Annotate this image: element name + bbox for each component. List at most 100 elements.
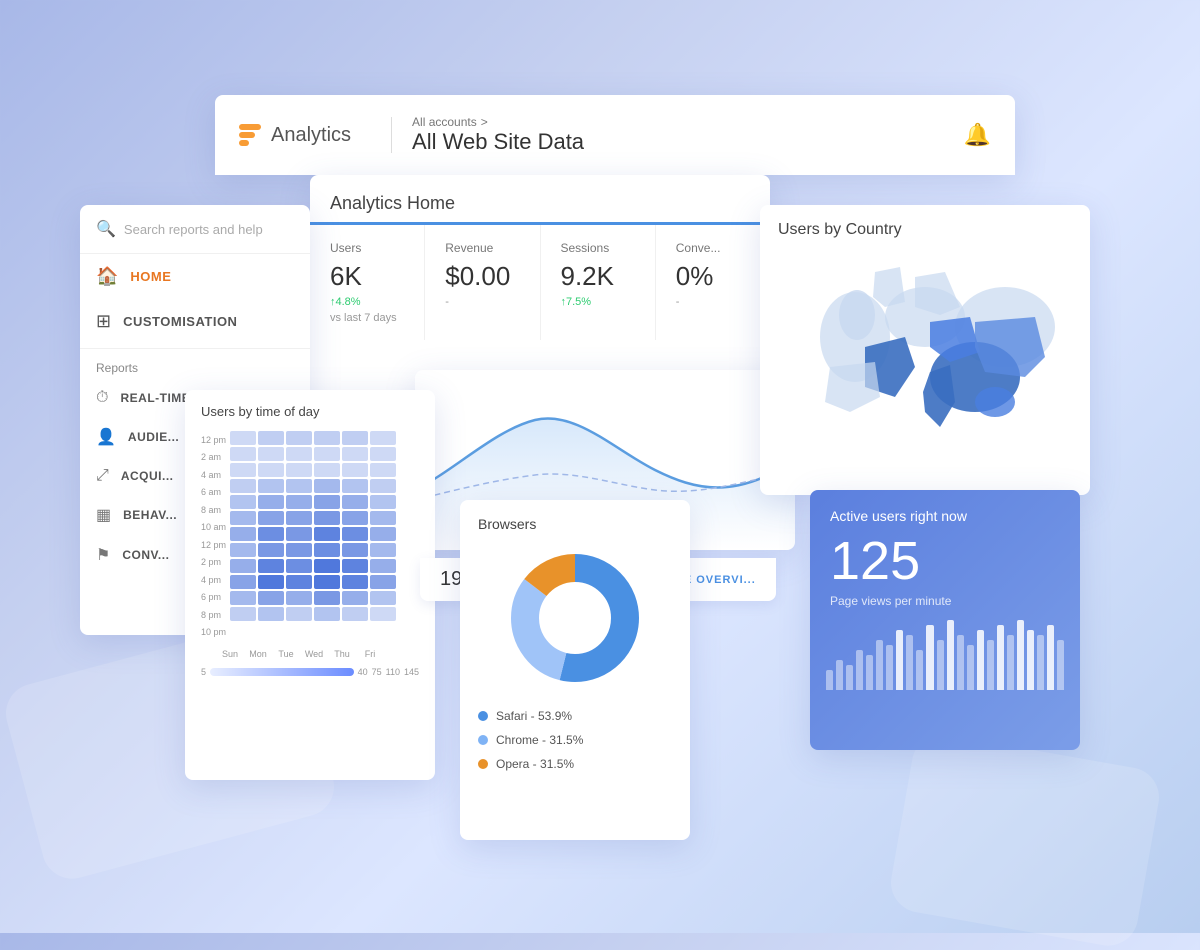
- analytics-title: Analytics: [271, 124, 351, 147]
- heatmap-cell-4-5: [342, 511, 368, 525]
- metric-users-sub: vs last 7 days: [330, 312, 404, 324]
- heatmap-cell-2-7: [286, 543, 312, 557]
- heatmap-cell-5-1: [370, 447, 396, 461]
- heatmap-cell-5-11: [370, 607, 396, 621]
- heatmap-cell-4-10: [342, 591, 368, 605]
- mini-bar-16: [987, 640, 994, 690]
- heatmap-cell-0-7: [230, 543, 256, 557]
- heatmap-cell-1-7: [258, 543, 284, 557]
- heatmap-cell-4-4: [342, 495, 368, 509]
- heatmap-cell-2-6: [286, 527, 312, 541]
- heatmap-cell-2-9: [286, 575, 312, 589]
- metric-sessions-value: 9.2K: [561, 261, 635, 292]
- sidebar-item-customisation[interactable]: ⊞ CUSTOMISATION: [80, 299, 310, 344]
- heatmap-times: 12 pm 2 am 4 am 6 am 8 am 10 am 12 pm 2 …: [201, 431, 230, 641]
- metric-conv-value: 0%: [676, 261, 750, 292]
- conversions-label: CONV...: [122, 548, 169, 562]
- mini-bar-6: [886, 645, 893, 690]
- metric-conv-label: Conve...: [676, 241, 750, 255]
- chrome-dot: [478, 735, 488, 745]
- donut-chart-container: [460, 540, 690, 696]
- heatmap-cell-4-6: [342, 527, 368, 541]
- breadcrumb-parent[interactable]: All accounts >: [412, 115, 584, 129]
- heatmap-cell-4-11: [342, 607, 368, 621]
- sidebar-search[interactable]: 🔍 Search reports and help: [80, 205, 310, 254]
- heatmap-days: Sun Mon Tue Wed Thu Fri: [185, 645, 435, 663]
- heatmap-cell-3-10: [314, 591, 340, 605]
- heatmap-cell-4-0: [342, 431, 368, 445]
- heatmap-cell-0-10: [230, 591, 256, 605]
- heatmap-cell-1-11: [258, 607, 284, 621]
- sidebar-divider: [80, 348, 310, 349]
- mini-bar-12: [947, 620, 954, 690]
- breadcrumb-current: All Web Site Data: [412, 129, 584, 155]
- metric-conversions: Conve... 0% -: [656, 225, 770, 340]
- heatmap-cell-5-3: [370, 479, 396, 493]
- heatmap-cell-2-4: [286, 495, 312, 509]
- heatmap-body: 12 pm 2 am 4 am 6 am 8 am 10 am 12 pm 2 …: [185, 427, 435, 645]
- heatmap-cell-1-9: [258, 575, 284, 589]
- audience-label: AUDIE...: [128, 430, 179, 444]
- heatmap-col-0: [230, 431, 256, 641]
- sidebar-item-home[interactable]: 🏠 HOME: [80, 254, 310, 299]
- search-placeholder: Search reports and help: [124, 222, 263, 237]
- heatmap-cell-5-0: [370, 431, 396, 445]
- metric-users-label: Users: [330, 241, 404, 255]
- heatmap-cell-2-11: [286, 607, 312, 621]
- mini-bar-10: [926, 625, 933, 690]
- heatmap-cell-3-1: [314, 447, 340, 461]
- realtime-label: REAL-TIME: [120, 391, 190, 405]
- active-users-card: Active users right now 125 Page views pe…: [810, 490, 1080, 750]
- heatmap-cell-3-5: [314, 511, 340, 525]
- heatmap-cell-1-8: [258, 559, 284, 573]
- heatmap-cell-3-4: [314, 495, 340, 509]
- heatmap-cell-0-5: [230, 511, 256, 525]
- browser-legend: Safari - 53.9% Chrome - 31.5% Opera - 31…: [460, 696, 690, 784]
- mini-bar-2: [846, 665, 853, 690]
- mini-bar-21: [1037, 635, 1044, 690]
- browser-opera: Opera - 31.5%: [478, 752, 672, 776]
- home-label: HOME: [130, 269, 171, 284]
- mini-bar-1: [836, 660, 843, 690]
- mini-bar-20: [1027, 630, 1034, 690]
- active-users-sub: Page views per minute: [810, 592, 1080, 620]
- metric-revenue-change: -: [445, 296, 519, 308]
- heatmap-cell-2-1: [286, 447, 312, 461]
- heatmap-cell-1-3: [258, 479, 284, 493]
- metric-users-change: ↑4.8%: [330, 296, 404, 308]
- country-title: Users by Country: [760, 205, 1090, 247]
- heatmap-col-2: [286, 431, 312, 641]
- notifications-bell[interactable]: 🔔: [964, 122, 991, 148]
- browser-chrome: Chrome - 31.5%: [478, 728, 672, 752]
- mini-bar-13: [957, 635, 964, 690]
- mini-bar-11: [937, 640, 944, 690]
- opera-label: Opera - 31.5%: [496, 757, 574, 771]
- heatmap-cell-0-0: [230, 431, 256, 445]
- mini-bar-8: [906, 635, 913, 690]
- acquisition-label: ACQUI...: [121, 469, 174, 483]
- metric-conv-change: -: [676, 296, 750, 308]
- heatmap-cell-5-6: [370, 527, 396, 541]
- heatmap-cell-3-2: [314, 463, 340, 477]
- metric-revenue: Revenue $0.00 -: [425, 225, 540, 340]
- chrome-label: Chrome - 31.5%: [496, 733, 583, 747]
- heatmap-cell-1-0: [258, 431, 284, 445]
- mini-bar-5: [876, 640, 883, 690]
- audience-num-1: 19: [440, 568, 462, 591]
- mini-bar-17: [997, 625, 1004, 690]
- heatmap-col-3: [314, 431, 340, 641]
- heatmap-cell-0-8: [230, 559, 256, 573]
- mini-bar-18: [1007, 635, 1014, 690]
- europe-map: [775, 257, 1075, 457]
- heatmap-cell-0-2: [230, 463, 256, 477]
- heatmap-cell-4-9: [342, 575, 368, 589]
- heatmap-cell-0-4: [230, 495, 256, 509]
- heatmap-cell-5-7: [370, 543, 396, 557]
- heatmap-cell-1-5: [258, 511, 284, 525]
- heatmap-cell-4-8: [342, 559, 368, 573]
- safari-label: Safari - 53.9%: [496, 709, 572, 723]
- heatmap-cell-2-5: [286, 511, 312, 525]
- mini-bar-0: [826, 670, 833, 690]
- heatmap-cell-1-6: [258, 527, 284, 541]
- metric-revenue-label: Revenue: [445, 241, 519, 255]
